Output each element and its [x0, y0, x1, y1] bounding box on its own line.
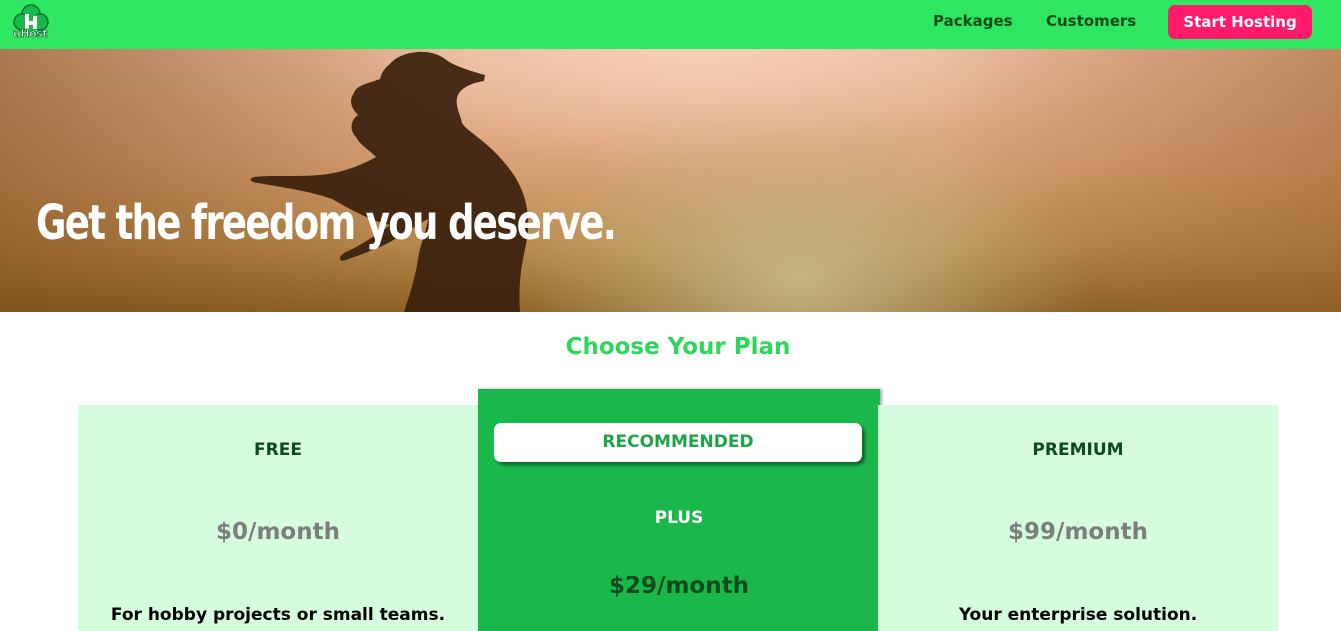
recommended-badge: RECOMMENDED: [494, 423, 862, 462]
plan-card-premium: PREMIUM $99/month Your enterprise soluti…: [878, 405, 1278, 631]
plan-name: PREMIUM: [1032, 440, 1124, 460]
plan-name: PLUS: [654, 508, 704, 528]
plans-section-title: Choose Your Plan: [565, 334, 791, 360]
plan-description: Your enterprise solution.: [958, 605, 1198, 625]
nav-packages-link[interactable]: Packages: [933, 11, 1013, 31]
hero-banner: Get the freedom you deserve.: [0, 49, 1341, 312]
plan-price: $29/month: [609, 573, 749, 599]
plan-card-plus: RECOMMENDED PLUS $29/month: [478, 389, 880, 631]
hero-overlay: [0, 49, 1341, 312]
main-header: uHost Packages Customers Start Hosting: [0, 0, 1341, 49]
plan-price: $99/month: [1008, 519, 1148, 545]
plan-price: $0/month: [216, 519, 340, 545]
plan-card-free: FREE $0/month For hobby projects or smal…: [78, 405, 478, 631]
plan-description: For hobby projects or small teams.: [110, 605, 446, 625]
nav-customers-link[interactable]: Customers: [1046, 11, 1136, 31]
hero-headline: Get the freedom you deserve.: [36, 195, 617, 251]
woman-silhouette-image: [250, 51, 529, 312]
logo-text: uHost: [13, 27, 48, 41]
start-hosting-button[interactable]: Start Hosting: [1168, 5, 1312, 39]
plan-name: FREE: [254, 440, 302, 460]
